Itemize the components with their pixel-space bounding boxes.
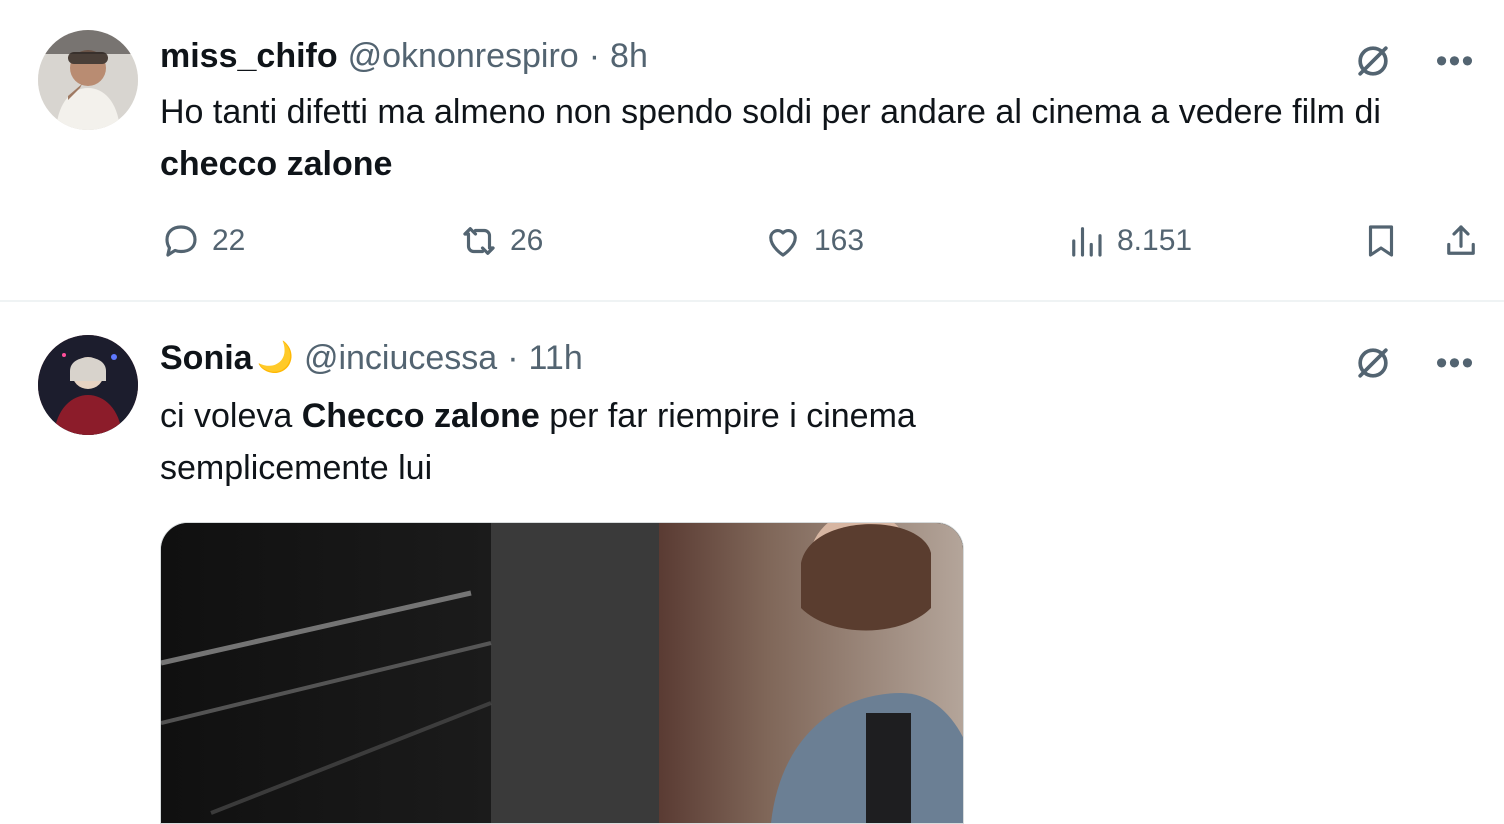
- tweet-card[interactable]: miss_chifo @oknonrespiro · 8h ••• Ho tan…: [0, 0, 1504, 302]
- tweet-actions: 22 26 163 8.151: [160, 220, 1485, 272]
- bookmark-button[interactable]: [1360, 220, 1402, 262]
- avatar-image: [38, 335, 138, 435]
- tweet-time[interactable]: 8h: [610, 36, 648, 76]
- author-handle[interactable]: @inciucessa: [304, 338, 497, 378]
- share-icon: [1447, 225, 1475, 255]
- tweet-text-part: ci voleva: [160, 397, 302, 435]
- tweet-media[interactable]: [160, 522, 964, 824]
- header-separator: ·: [588, 37, 601, 75]
- header-separator: ·: [507, 339, 519, 377]
- tweet-header: Sonia 🌙 @inciucessa · 11h: [160, 338, 583, 378]
- slashed-circle-icon[interactable]: [1348, 36, 1398, 86]
- reply-icon: [165, 225, 197, 257]
- retweet-icon: [463, 227, 495, 255]
- cinema-image: [161, 523, 963, 823]
- tweet-text-part: per far riempire i cinema: [539, 397, 916, 435]
- user-avatar[interactable]: [38, 30, 138, 130]
- retweet-button[interactable]: 26: [458, 220, 543, 262]
- more-dots-icon[interactable]: •••: [1430, 36, 1480, 86]
- author-name[interactable]: Sonia: [160, 338, 253, 378]
- tweet-time[interactable]: 11h: [529, 338, 583, 378]
- tweet-text-part: semplicemente lui: [160, 449, 433, 487]
- tweet-text-part: Ho tanti difetti ma almeno non spendo so…: [160, 93, 1381, 131]
- retweet-count: 26: [510, 224, 544, 257]
- tweet-header: miss_chifo @oknonrespiro · 8h: [160, 36, 648, 76]
- tweet-highlight: checco zalone: [160, 145, 393, 183]
- reply-count: 22: [212, 224, 246, 257]
- views-bars-icon: [1072, 227, 1102, 257]
- tweet-highlight: Checco zalone: [301, 397, 540, 435]
- more-dots-icon[interactable]: •••: [1430, 338, 1480, 388]
- like-button[interactable]: 163: [762, 220, 864, 262]
- tweet-text: Ho tanti difetti ma almeno non spendo so…: [160, 86, 1480, 190]
- user-avatar[interactable]: [38, 335, 138, 435]
- author-emoji: 🌙: [256, 341, 294, 374]
- like-count: 163: [814, 224, 865, 257]
- avatar-image: [38, 30, 138, 130]
- heart-icon: [769, 229, 797, 257]
- author-name[interactable]: miss_chifo: [160, 36, 338, 76]
- tweet-top-actions: •••: [1348, 338, 1480, 388]
- bookmark-icon: [1368, 225, 1394, 257]
- tweet-card[interactable]: Sonia 🌙 @inciucessa · 11h ••• ci voleva …: [0, 302, 1504, 824]
- reply-button[interactable]: 22: [160, 220, 245, 262]
- author-handle[interactable]: @oknonrespiro: [348, 36, 579, 76]
- views-count: 8.151: [1117, 224, 1193, 257]
- share-button[interactable]: [1440, 220, 1482, 262]
- tweet-top-actions: •••: [1348, 36, 1480, 86]
- tweet-text: ci voleva Checco zalone per far riempire…: [160, 390, 1480, 494]
- views-button[interactable]: 8.151: [1065, 220, 1192, 262]
- slashed-circle-icon[interactable]: [1348, 338, 1398, 388]
